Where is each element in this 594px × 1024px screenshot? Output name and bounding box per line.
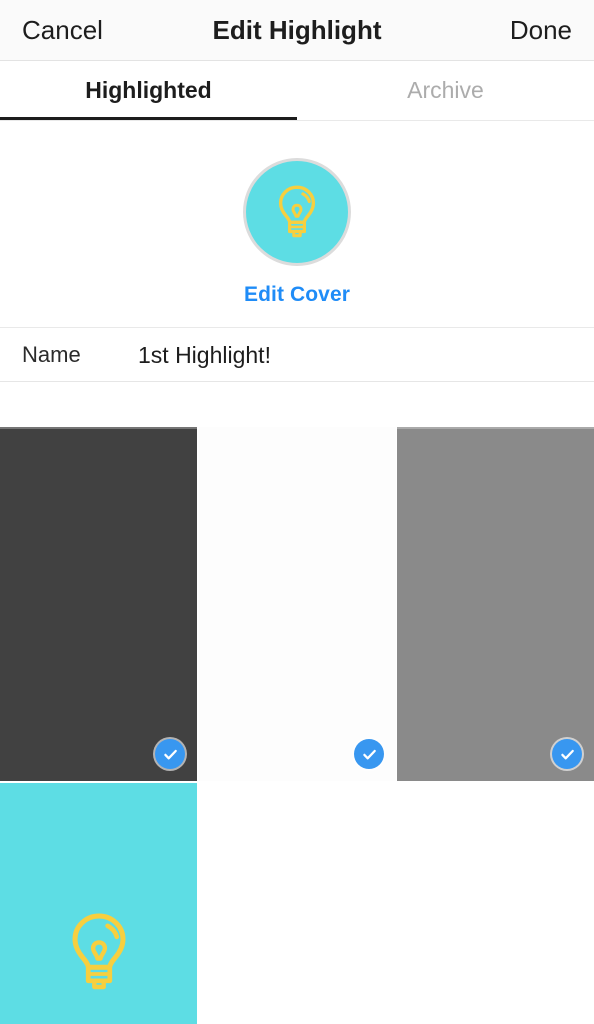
name-input[interactable] <box>138 341 594 369</box>
edit-highlight-screen: Cancel Edit Highlight Done Highlighted A… <box>0 0 594 1024</box>
tile-top-edge <box>0 427 197 429</box>
tab-bar: Highlighted Archive <box>0 61 594 121</box>
lightbulb-icon <box>274 184 320 240</box>
edit-cover-button[interactable]: Edit Cover <box>244 283 350 307</box>
tab-archive[interactable]: Archive <box>297 61 594 120</box>
check-icon <box>361 746 378 763</box>
tile-top-edge <box>397 427 594 429</box>
done-button[interactable]: Done <box>510 17 594 43</box>
name-label: Name <box>22 342 81 367</box>
tab-active-underline <box>0 117 297 120</box>
cover-section: Edit Cover <box>0 122 594 328</box>
story-thumb-1-selected-badge[interactable] <box>155 739 185 769</box>
check-icon <box>559 746 576 763</box>
story-thumb-3[interactable] <box>397 427 594 781</box>
story-grid <box>0 427 594 1024</box>
story-thumb-4[interactable] <box>0 783 197 1024</box>
story-thumb-2[interactable] <box>199 427 396 781</box>
story-thumb-2-selected-badge[interactable] <box>354 739 384 769</box>
name-row[interactable]: Name <box>0 329 594 382</box>
cancel-button[interactable]: Cancel <box>0 17 103 43</box>
highlight-cover-thumbnail[interactable] <box>243 158 351 266</box>
check-icon <box>162 746 179 763</box>
navigation-bar: Cancel Edit Highlight Done <box>0 0 594 61</box>
story-thumb-3-selected-badge[interactable] <box>552 739 582 769</box>
story-thumb-1[interactable] <box>0 427 197 781</box>
tab-highlighted[interactable]: Highlighted <box>0 61 297 120</box>
lightbulb-icon <box>68 912 130 1003</box>
